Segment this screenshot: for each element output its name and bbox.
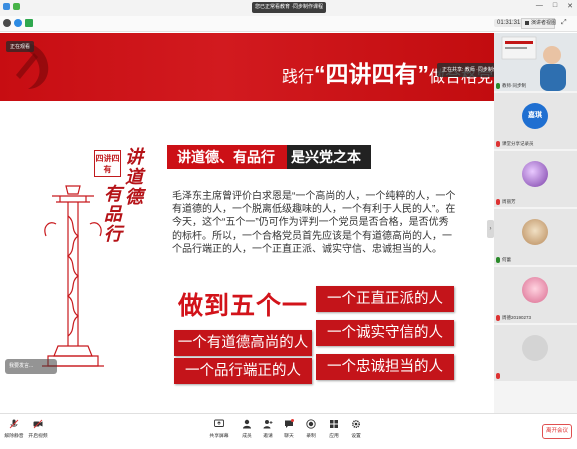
calligraphy-virtue: 讲道德 [125,147,143,208]
signal-icon [13,3,20,10]
meeting-window: 您已正常看教育 ·同步制作课程 — □ ✕ 01:31:31 演讲者视图 ⤢ 正… [0,0,577,449]
status-icons [3,3,20,10]
info-icon[interactable] [3,19,11,27]
participant-tile[interactable]: 嘉琪 课堂分享记录员 [494,93,577,149]
participant-tile[interactable] [494,325,577,381]
pill-loyal: 一个忠诚担当的人 [316,354,454,380]
avatar: 嘉琪 [522,103,548,129]
participant-tile[interactable]: 教师·同步制 [494,33,577,91]
start-video-button[interactable]: 开启视频 [24,419,52,439]
gear-icon [351,419,361,429]
avatar [522,335,548,361]
invite-icon [263,420,273,429]
participant-label: 课堂分享记录员 [496,141,534,147]
five-ones-title: 做到五个一 [178,292,309,320]
minimize-button[interactable]: — [536,2,543,10]
share-screen-icon [214,419,224,427]
mic-muted-icon [496,373,500,379]
meeting-toolbar: 解除静音 开启视频 共享屏幕 成员 邀请 聊天 录制 应用 设置 离开会议 [0,413,577,449]
slide-banner: 正在观看 践行“四讲四有”做合格党员 [0,33,494,101]
participant-label: 何蕾 [496,257,511,263]
mic-icon [496,83,500,89]
avatar [522,161,548,187]
seal-stamp: 四讲四有 [94,150,121,177]
participant-label: 教师·同步制 [496,83,526,89]
maximize-button[interactable]: □ [553,2,557,10]
record-icon [306,419,316,429]
mic-muted-icon [496,141,500,147]
heading-red: 讲道德、有品行 [167,145,297,169]
participant-label [496,373,502,379]
speak-input[interactable]: 我要发言... [5,359,57,374]
mic-muted-icon [496,315,500,321]
view-switch-button[interactable]: 演讲者视图 [521,18,556,29]
banner-highlight: “四讲四有” [314,61,430,87]
banner-prefix: 践行 [282,69,315,86]
fullscreen-icon[interactable]: ⤢ [561,19,567,27]
mic-icon [496,257,500,263]
pill-honest: 一个诚实守信的人 [316,320,454,346]
slide-paragraph: 毛泽东主席曾评价白求恩是“一个高尚的人，一个纯粹的人，一个有道德的人，一个脱离低… [172,191,456,255]
security-icon[interactable] [14,19,22,27]
close-button[interactable]: ✕ [567,2,573,10]
avatar [522,219,548,245]
meeting-timer: 01:31:31 [494,19,524,27]
title-bar: 您已正常看教育 ·同步制作课程 — □ ✕ [0,0,577,16]
settings-button[interactable]: 设置 [342,419,370,439]
pill-upright: 一个正直正派的人 [316,286,454,312]
shared-slide: 正在观看 践行“四讲四有”做合格党员 四讲四有 讲道德 有品行 讲道德、有品行 … [0,33,494,413]
collapse-panel-icon[interactable]: › [487,220,494,238]
pill-moral: 一个有道德高尚的人 [174,330,312,356]
viewer-tag: 正在观看 [6,41,35,52]
heading-black: 是兴党之本 [287,145,371,169]
avatar [522,277,548,303]
participant-label: 周丽芳 [496,199,516,205]
participant-label: 周德20190273 [496,315,531,321]
members-icon [243,419,251,429]
leave-meeting-button[interactable]: 离开会议 [542,424,572,439]
participant-tile[interactable]: 周丽芳 [494,151,577,207]
apps-icon [330,420,338,428]
pill-integrity: 一个品行端正的人 [174,358,312,384]
participant-tile[interactable]: 何蕾 [494,209,577,265]
signal-bars-icon[interactable] [25,19,33,27]
participant-tile[interactable]: 周德20190273 [494,267,577,323]
camera-icon [33,419,43,429]
network-icon [3,3,10,10]
meeting-info-bar: 01:31:31 演讲者视图 ⤢ [0,16,577,32]
participant-panel: 教师·同步制 嘉琪 课堂分享记录员 周丽芳 何蕾 周德20190273 [494,33,577,413]
microphone-icon [9,419,19,429]
huabiao-pillar-illustration [42,185,104,367]
chat-icon [285,419,294,428]
share-screen-button[interactable]: 共享屏幕 [205,419,233,439]
window-controls: — □ ✕ [536,2,573,10]
window-title: 您已正常看教育 ·同步制作课程 [252,2,326,13]
info-icons [3,19,33,27]
mic-muted-icon [496,199,500,205]
